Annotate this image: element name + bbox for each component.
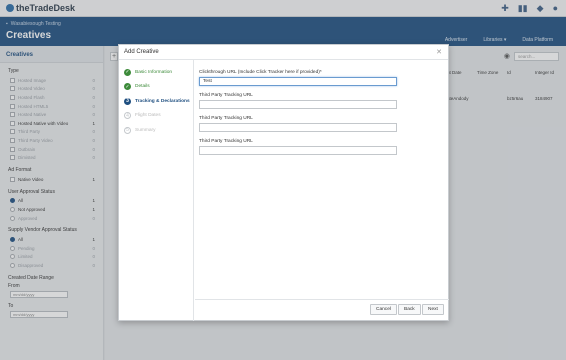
step-number-icon: 4 (124, 112, 131, 120)
tracking-form: Clickthrough URL (Include Click Tracker … (199, 70, 399, 162)
next-button[interactable]: Next (422, 304, 444, 315)
step-label: Details (135, 84, 150, 90)
clickthrough-url-field: Clickthrough URL (Include Click Tracker … (199, 70, 399, 86)
field-label: Third Party Tracking URL (199, 93, 253, 98)
tracking-url-field: Third Party Tracking URL (199, 116, 399, 132)
tracking-url-input-2[interactable] (199, 123, 397, 132)
step-label: Basic Information (135, 69, 173, 75)
check-icon: ✓ (124, 83, 131, 91)
check-icon: ✓ (124, 68, 131, 76)
field-label: Third Party Tracking URL (199, 139, 253, 144)
tracking-url-input-3[interactable] (199, 146, 397, 155)
back-button[interactable]: Back (398, 304, 421, 315)
field-label: Third Party Tracking URL (199, 116, 253, 121)
step-details[interactable]: ✓ Details (119, 80, 193, 95)
dialog-footer: Cancel Back Next (195, 299, 449, 320)
cancel-button[interactable]: Cancel (370, 304, 397, 315)
tracking-url-field: Third Party Tracking URL (199, 93, 399, 109)
step-tracking-declarations[interactable]: 3 Tracking & Declarations (119, 94, 193, 109)
close-icon[interactable]: ✕ (436, 48, 442, 56)
step-summary: 5 Summary (119, 123, 193, 138)
step-label: Tracking & Declarations (135, 98, 190, 104)
step-number-icon: 5 (124, 126, 131, 134)
tracking-url-field: Third Party Tracking URL (199, 139, 399, 155)
dialog-title: Add Creative (124, 49, 159, 55)
tracking-url-input-1[interactable] (199, 100, 397, 109)
step-basic-information[interactable]: ✓ Basic Information (119, 65, 193, 80)
add-creative-dialog: Add Creative ✕ ✓ Basic Information ✓ Det… (118, 44, 449, 321)
field-label: Clickthrough URL (Include Click Tracker … (199, 70, 322, 75)
step-flight-dates: 4 Flight Dates (119, 109, 193, 124)
dialog-header: Add Creative ✕ (119, 45, 448, 60)
step-label: Flight Dates (135, 113, 161, 119)
clickthrough-url-input[interactable]: Test (199, 77, 397, 86)
step-number-icon: 3 (124, 97, 131, 105)
step-label: Summary (135, 127, 156, 133)
wizard-steps: ✓ Basic Information ✓ Details 3 Tracking… (119, 60, 194, 321)
